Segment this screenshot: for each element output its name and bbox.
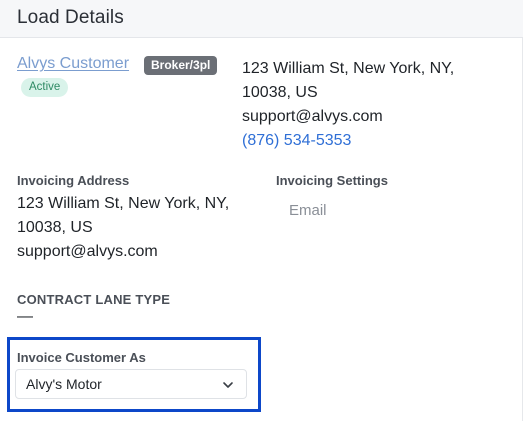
invoicing-address-label: Invoicing Address	[17, 173, 130, 188]
customer-type-badge: Broker/3pl	[144, 56, 218, 75]
invoicing-settings-label: Invoicing Settings	[276, 173, 388, 188]
invoice-customer-as-label: Invoice Customer As	[17, 350, 146, 365]
invoicing-email: support@alvys.com	[17, 243, 158, 260]
invoicing-address-line1: 123 William St, New York, NY,	[17, 195, 230, 212]
invoicing-settings-value: Email	[289, 202, 327, 219]
customer-email: support@alvys.com	[242, 108, 383, 125]
page-title: Load Details	[17, 7, 124, 28]
customer-phone-link[interactable]: (876) 534-5353	[242, 129, 454, 153]
contract-lane-type-value: —	[17, 308, 33, 325]
contract-lane-type-label: CONTRACT LANE TYPE	[17, 292, 171, 307]
invoicing-address: 123 William St, New York, NY, 10038, US …	[17, 192, 229, 264]
customer-name-link[interactable]: Alvys Customer	[17, 55, 129, 73]
chevron-down-icon	[223, 382, 233, 388]
load-details-panel: Load Details Alvys Customer Broker/3pl A…	[0, 0, 523, 421]
invoicing-address-line2: 10038, US	[17, 219, 93, 236]
customer-contact-info: 123 William St, New York, NY, 10038, US …	[242, 57, 454, 153]
status-badge: Active	[21, 78, 69, 97]
customer-address-line2: 10038, US	[242, 84, 318, 101]
invoice-customer-as-select[interactable]: Alvy's Motor	[15, 369, 247, 399]
invoice-customer-as-value: Alvy's Motor	[26, 376, 102, 392]
customer-address-line1: 123 William St, New York, NY,	[242, 60, 455, 77]
panel-header: Load Details	[0, 0, 523, 38]
